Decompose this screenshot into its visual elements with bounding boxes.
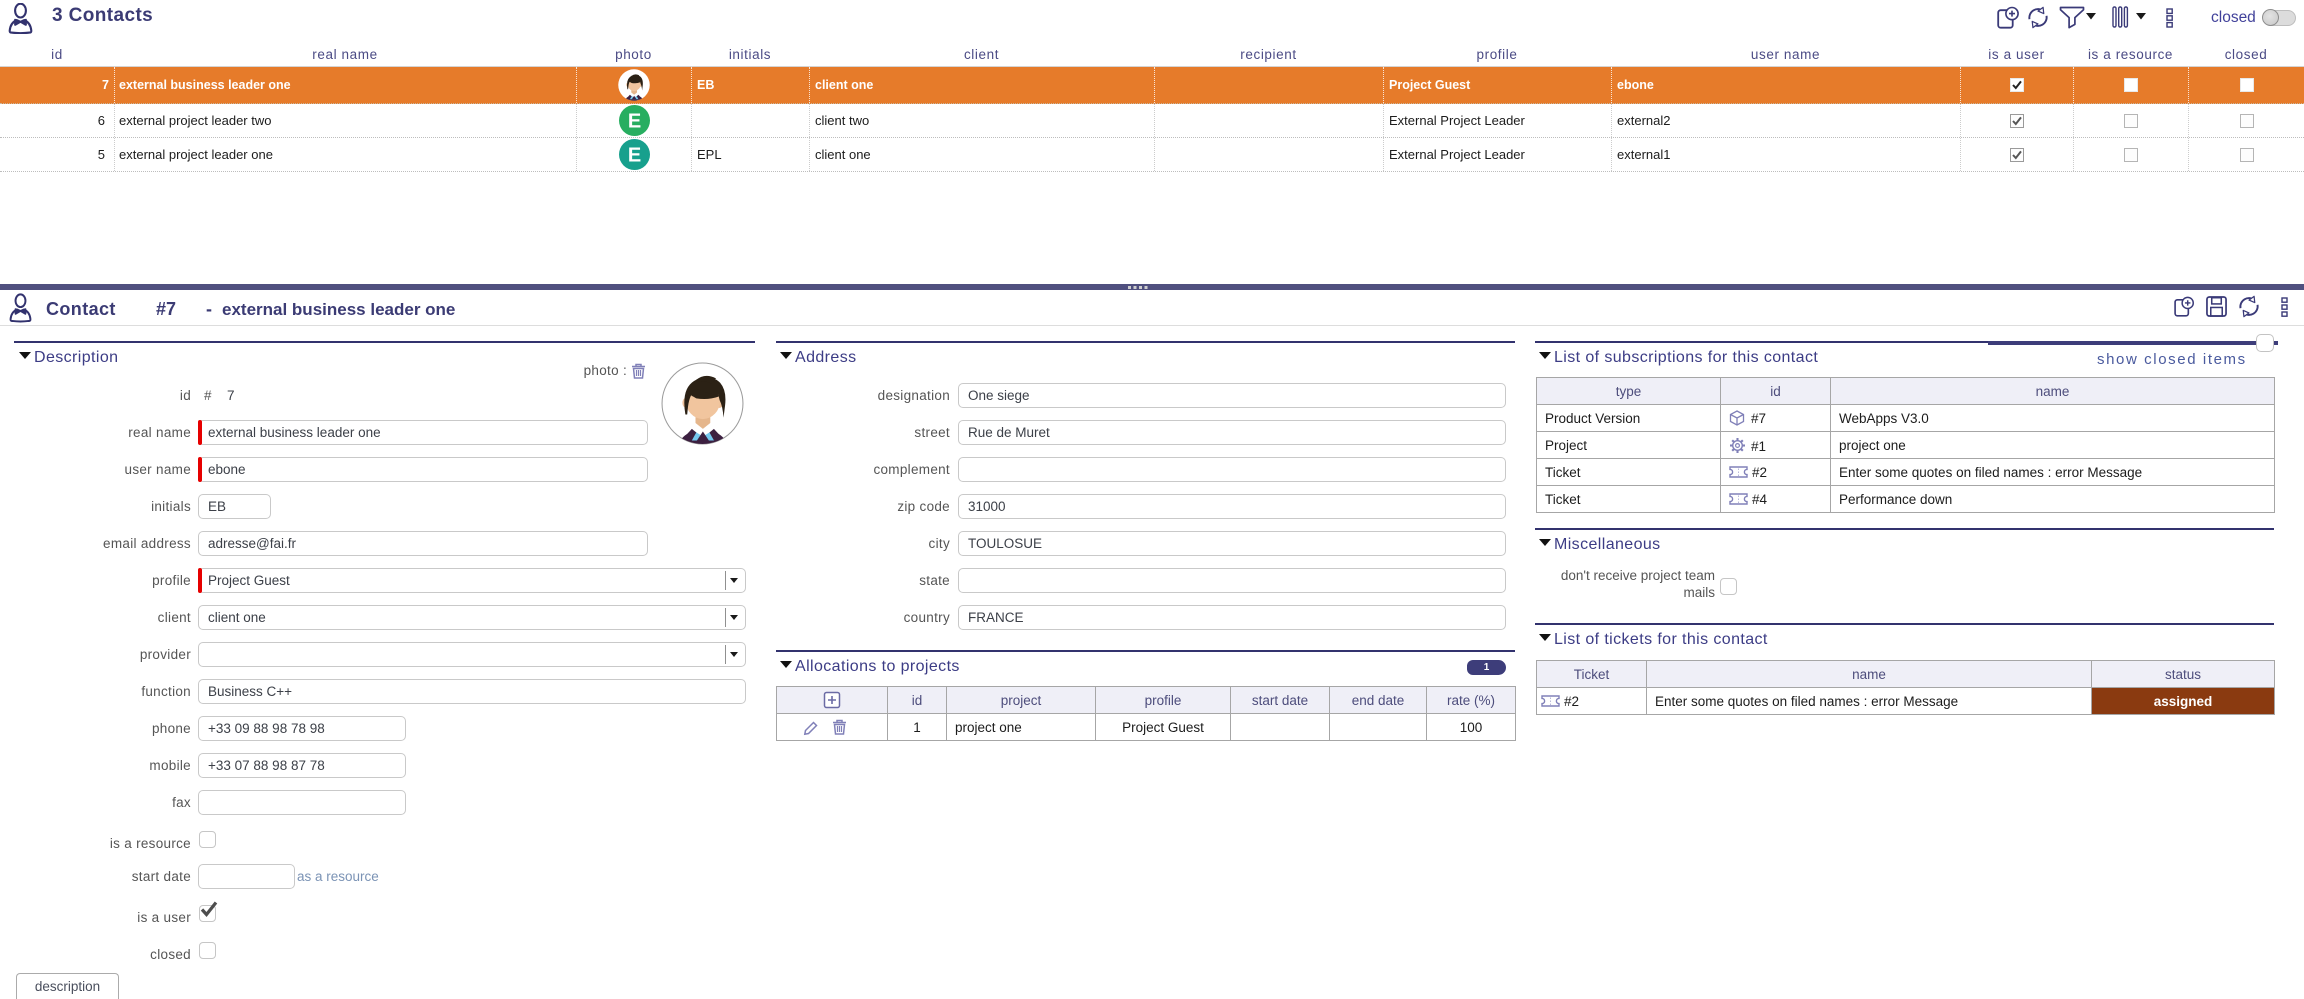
- svg-text:E: E: [627, 111, 640, 133]
- svg-text:E: E: [627, 145, 640, 167]
